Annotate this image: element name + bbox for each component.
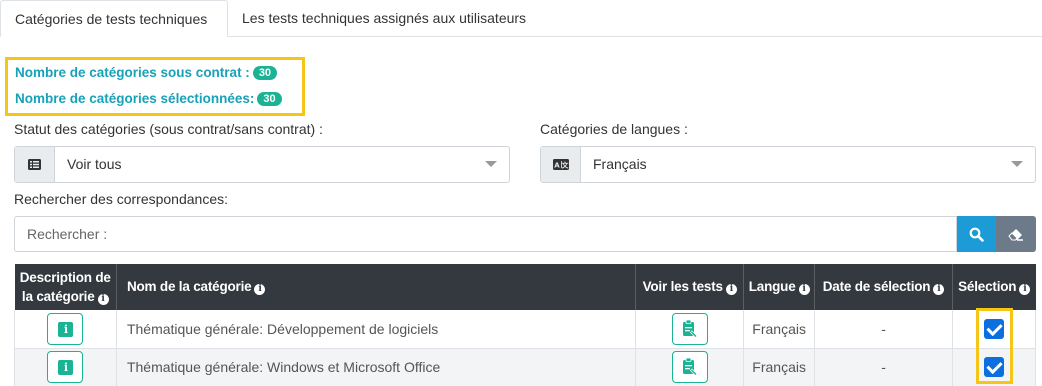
svg-text:文: 文 [561, 161, 569, 170]
search-label: Rechercher des correspondances: [14, 191, 229, 207]
contract-count-badge: 30 [252, 66, 278, 80]
table-row: i Thématique générale: Développement de … [14, 310, 1037, 349]
categories-table: Description de la catégorie i Nom de la c… [14, 264, 1037, 386]
column-header-description[interactable]: Description de la catégorie i [14, 264, 117, 310]
info-icon: i [254, 284, 266, 295]
column-header-selection[interactable]: Sélection i [952, 264, 1036, 310]
tests-cell [635, 310, 745, 349]
column-header-language[interactable]: Langue i [743, 264, 816, 310]
selected-count-badge: 30 [257, 92, 282, 106]
tab-technical-test-categories[interactable]: Catégories de tests techniques [0, 0, 228, 37]
table-row: i Thématique générale: Windows et Micros… [14, 348, 1037, 386]
column-header-tests[interactable]: Voir les tests i [635, 264, 745, 310]
column-header-date[interactable]: Date de sélection i [814, 264, 953, 310]
status-filter-label: Statut des catégories (sous contrat/sans… [14, 121, 323, 137]
svg-text:A: A [554, 162, 560, 170]
selected-count-label: Nombre de catégories sélectionnées: [15, 91, 255, 106]
contract-count-label: Nombre de catégories sous contrat : [15, 65, 250, 80]
chevron-down-icon [485, 161, 497, 167]
search-button[interactable] [957, 216, 996, 252]
selection-checkbox[interactable] [983, 357, 1004, 377]
selected-count-line: Nombre de catégories sélectionnées: 30 [15, 91, 282, 106]
category-description-button[interactable]: i [47, 351, 84, 383]
date-cell: - [814, 348, 953, 386]
info-icon: i [725, 284, 737, 295]
clipboard-icon [682, 319, 698, 338]
contract-count-line: Nombre de catégories sous contrat :30 [15, 65, 278, 80]
view-tests-button[interactable] [671, 312, 708, 345]
view-tests-button[interactable] [671, 351, 708, 383]
tab-assigned-tests[interactable]: Les tests techniques assignés aux utilis… [228, 0, 540, 37]
selection-checkbox[interactable] [983, 318, 1004, 339]
column-header-name[interactable]: Nom de la catégorie i [116, 264, 637, 310]
clear-search-button[interactable] [996, 216, 1036, 252]
category-name-cell: Thématique générale: Développement de lo… [116, 310, 637, 349]
language-cell: Français [743, 348, 816, 386]
language-cell: Français [743, 310, 816, 349]
tab-bar: Catégories de tests techniques Les tests… [0, 0, 1042, 37]
tests-cell [635, 348, 745, 386]
info-icon: i [97, 294, 109, 305]
info-icon: i [1019, 284, 1031, 295]
clipboard-icon [682, 357, 698, 376]
category-counts-highlight: Nombre de catégories sous contrat :30 No… [5, 57, 305, 116]
language-icon: A 文 [541, 147, 581, 182]
chevron-down-icon [1011, 161, 1023, 167]
info-icon: i [58, 321, 74, 337]
selection-cell [952, 310, 1037, 349]
table-header-row: Description de la catégorie i Nom de la c… [14, 264, 1036, 310]
language-select-value: Français [593, 156, 647, 172]
eraser-icon [1008, 229, 1023, 241]
status-select[interactable]: Voir tous [14, 146, 510, 183]
info-icon: i [933, 284, 945, 295]
status-select-value: Voir tous [67, 156, 122, 172]
info-icon: i [58, 360, 74, 375]
language-filter-label: Catégories de langues : [540, 121, 688, 137]
description-cell: i [14, 310, 117, 349]
info-icon: i [798, 284, 810, 295]
search-icon [969, 227, 984, 242]
category-name-cell: Thématique générale: Windows et Microsof… [116, 348, 637, 386]
date-cell: - [814, 310, 953, 349]
selection-cell [952, 348, 1037, 386]
description-cell: i [14, 348, 117, 386]
category-description-button[interactable]: i [47, 312, 84, 345]
search-input[interactable] [14, 216, 957, 252]
language-select[interactable]: A 文 Français [540, 146, 1036, 183]
list-icon [15, 147, 55, 182]
